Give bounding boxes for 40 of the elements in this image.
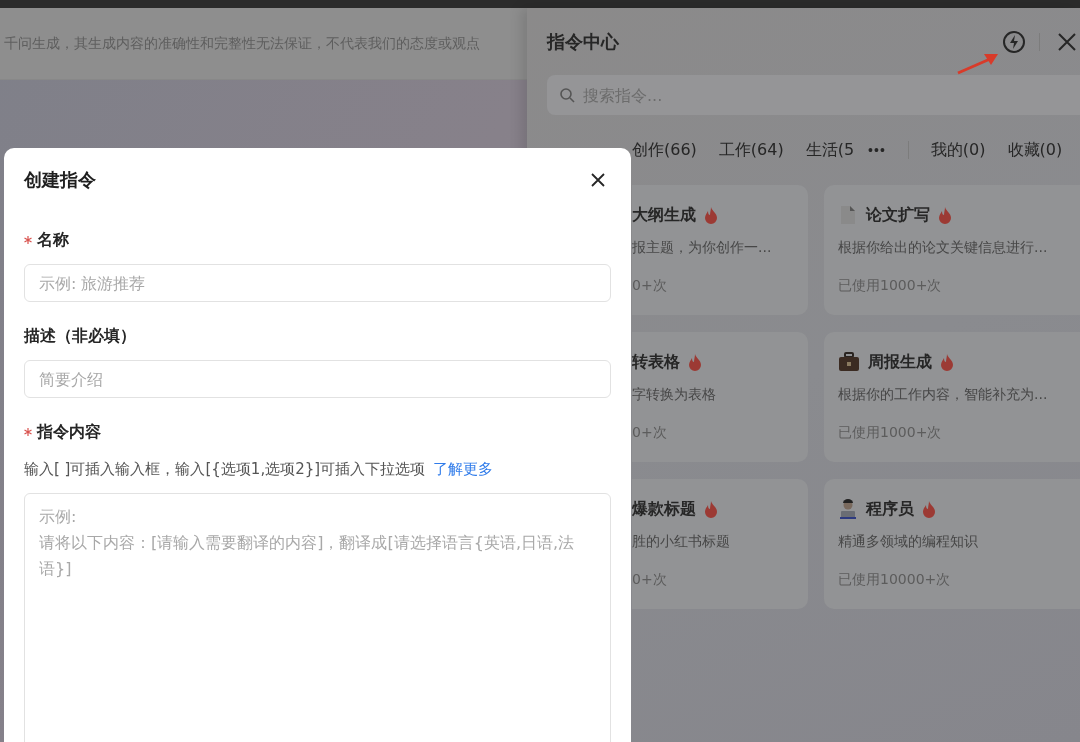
command-card[interactable]: 转表格 字转换为表格 0+次 — [632, 332, 808, 462]
card-description: 精通多领域的编程知识 — [838, 533, 979, 551]
usage-count: 0+次 — [632, 277, 668, 295]
card-title: 周报生成 — [868, 351, 932, 373]
dialog-title: 创建指令 — [24, 168, 96, 192]
search-icon — [559, 87, 575, 103]
textarea-field[interactable]: 示例: 请将以下内容：[请输入需要翻译的内容]，翻译成[请选择语言{英语,日语,法语}] — [24, 493, 611, 742]
card-title: 大纲生成 — [632, 204, 696, 226]
category-tab[interactable]: 生活(5 — [799, 137, 861, 163]
field-label: 名称 — [37, 229, 69, 251]
hint-text: 输入[ ]可插入输入框，输入[{选项1,选项2}]可插入下拉选项 了解更多 — [24, 460, 495, 479]
category-tab[interactable]: 工作(64) — [712, 137, 790, 163]
field-label: 描述（非必填） — [24, 325, 136, 347]
document-icon — [838, 205, 858, 225]
learn-more-link[interactable]: 了解更多 — [433, 460, 494, 478]
input-field[interactable]: 简要介绍 — [24, 360, 611, 398]
card-description: 胜的小红书标题 — [632, 533, 731, 551]
card-title: 转表格 — [632, 351, 680, 373]
briefcase-icon — [838, 352, 860, 372]
card-title: 程序员 — [866, 498, 914, 520]
category-tab[interactable]: 我的(0) — [924, 137, 992, 163]
usage-count: 0+次 — [632, 424, 668, 442]
field-label: 指令内容 — [37, 421, 101, 443]
card-title: 论文扩写 — [866, 204, 930, 226]
card-description: 根据你的工作内容，智能补充为... — [838, 386, 1049, 404]
command-card[interactable]: 爆款标题 胜的小红书标题 0+次 — [632, 479, 808, 609]
drawer-title: 指令中心 — [547, 29, 620, 54]
command-card[interactable]: 大纲生成 报主题，为你创作一... 0+次 — [632, 185, 808, 315]
lightning-icon[interactable] — [1001, 28, 1027, 55]
more-button[interactable]: ••• — [868, 142, 886, 158]
card-description: 根据你给出的论文关键信息进行... — [838, 239, 1049, 257]
person-laptop-icon — [838, 499, 858, 519]
card-title: 爆款标题 — [632, 498, 696, 520]
category-tab[interactable]: 创作(66) — [626, 137, 703, 163]
usage-count: 0+次 — [632, 571, 668, 589]
category-tab[interactable]: 收藏(0) — [1001, 137, 1069, 163]
arrow-drawing — [956, 52, 1000, 76]
card-description: 报主题，为你创作一... — [632, 239, 773, 257]
card-description: 字转换为表格 — [632, 386, 717, 404]
input-field[interactable]: 示例: 旅游推荐 — [24, 264, 611, 302]
